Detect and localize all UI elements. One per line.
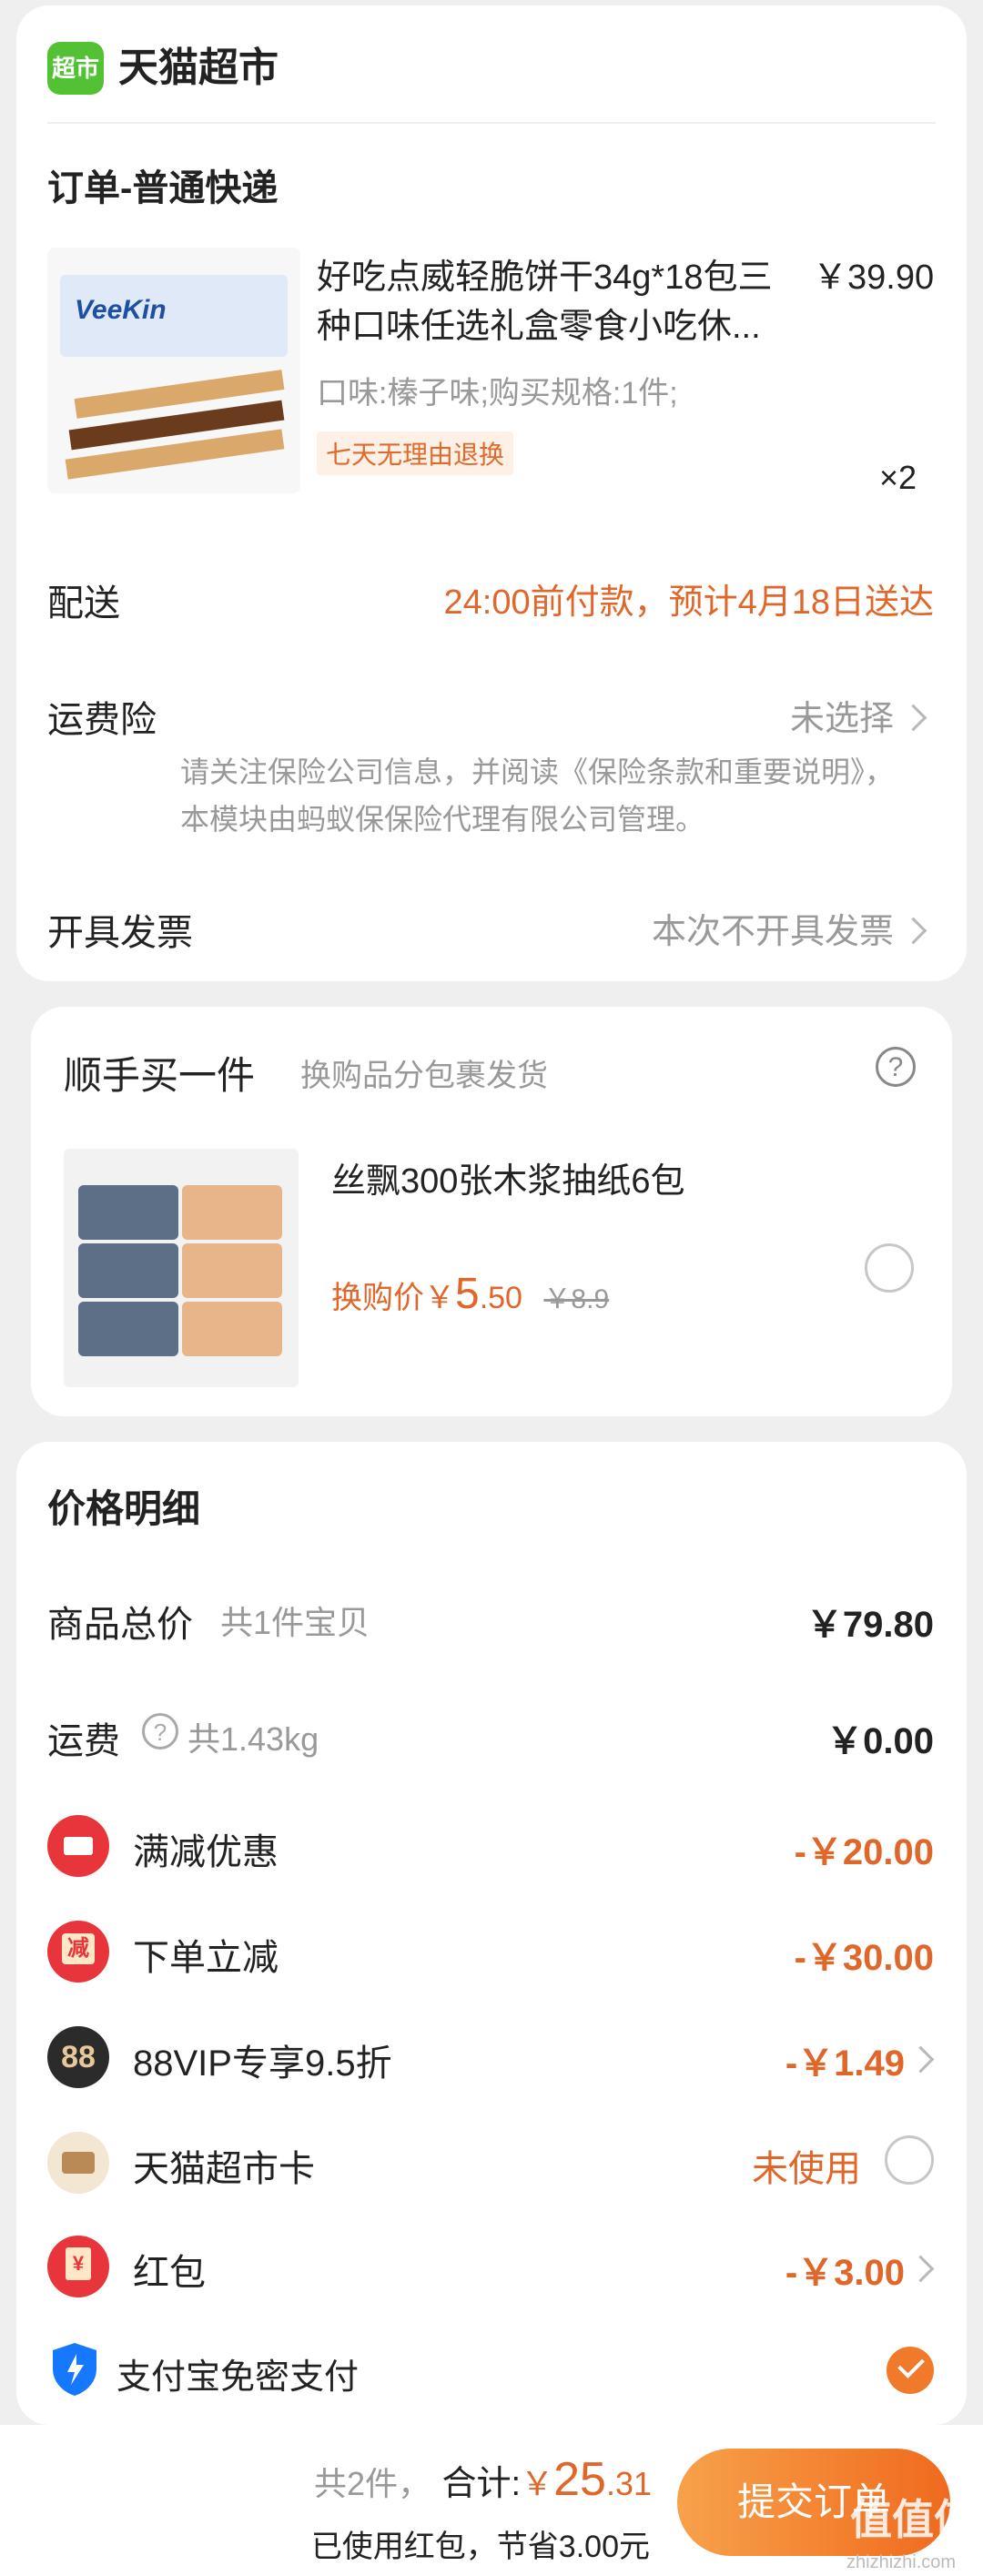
shipping-value: ￥0.00 bbox=[826, 1721, 934, 1761]
item-count: 共2件， bbox=[314, 2465, 431, 2502]
total-int: 25 bbox=[553, 2453, 606, 2506]
addon-card: 顺手买一件 换购品分包裹发货 ? 丝飘300张木浆抽纸6包 换购价￥5.50 ￥… bbox=[31, 1007, 952, 1416]
addon-title: 顺手买一件 bbox=[64, 1054, 256, 1097]
price-card: 价格明细 商品总价 共1件宝贝 ￥79.80 运费 ? 共1.43kg ￥0.0… bbox=[16, 1442, 967, 2425]
delivery-label: 配送 bbox=[47, 583, 120, 624]
addon-image[interactable] bbox=[64, 1149, 299, 1387]
ticket-shape bbox=[64, 1837, 93, 1855]
discount-value-vip[interactable]: -￥1.49 bbox=[785, 2033, 905, 2086]
total-line: 共2件， 合计:￥25.31 bbox=[314, 2452, 652, 2507]
addon-price: 换购价￥5.50 ￥8.9 bbox=[331, 1269, 609, 1319]
insurance-label: 运费险 bbox=[47, 700, 157, 740]
savings-note: 已使用红包，节省3.00元 bbox=[310, 2530, 650, 2564]
shield-icon bbox=[49, 2341, 100, 2398]
insurance-chevron-icon[interactable] bbox=[899, 704, 927, 732]
store-name[interactable]: 天猫超市 bbox=[118, 42, 279, 95]
product-name[interactable]: 好吃点威轻脆饼干34g*18包三种口味任选礼盒零食小吃休... bbox=[317, 253, 790, 351]
discount-label-lijian: 下单立减 bbox=[133, 1938, 279, 1978]
invoice-label: 开具发票 bbox=[47, 913, 193, 953]
price-title: 价格明细 bbox=[47, 1487, 201, 1530]
discount-label-manjian: 满减优惠 bbox=[133, 1832, 279, 1872]
store-logo-text: 超市 bbox=[51, 55, 99, 82]
card-select-radio[interactable] bbox=[885, 2135, 934, 2185]
addon-subtitle: 换购品分包裹发货 bbox=[300, 1059, 548, 1093]
bottom-bar: 共2件， 合计:￥25.31 已使用红包，节省3.00元 提交订单 值值值 zh… bbox=[0, 2425, 983, 2576]
card-shape bbox=[62, 2152, 95, 2174]
goods-label: 商品总价 bbox=[47, 1605, 193, 1645]
addon-original-price: ￥8.9 bbox=[543, 1284, 610, 1314]
invoice-value[interactable]: 本次不开具发票 bbox=[652, 903, 894, 953]
tissue-pack-3 bbox=[78, 1243, 178, 1298]
redpacket-chevron-icon[interactable] bbox=[907, 2255, 935, 2283]
tissue-pack-5 bbox=[78, 1302, 178, 1356]
divider bbox=[47, 122, 936, 124]
addon-select-radio[interactable] bbox=[865, 1243, 914, 1293]
vip-chevron-icon[interactable] bbox=[907, 2045, 935, 2074]
help-icon[interactable]: ? bbox=[876, 1047, 916, 1087]
tissue-pack-4 bbox=[182, 1243, 282, 1298]
discount-label-redpacket: 红包 bbox=[133, 2253, 206, 2293]
discount-value-manjian: -￥20.00 bbox=[794, 1832, 934, 1872]
total-label: 合计: bbox=[441, 2465, 522, 2503]
jian-icon: 减 bbox=[47, 1921, 109, 1983]
discount-value-redpacket[interactable]: -￥3.00 bbox=[785, 2243, 905, 2296]
insurance-note: 请关注保险公司信息，并阅读《保险条款和重要说明》，本模块由蚂蚁保保险代理有限公司… bbox=[180, 756, 895, 836]
discount-value-card: 未使用 bbox=[752, 2149, 861, 2189]
ticket-icon bbox=[47, 1815, 109, 1877]
goods-sub: 共1件宝贝 bbox=[220, 1604, 370, 1641]
addon-price-label: 换购价￥ bbox=[331, 1281, 455, 1315]
tissue-pack-2 bbox=[182, 1185, 282, 1240]
discount-label-vip: 88VIP专享9.5折 bbox=[133, 2044, 392, 2084]
card-icon bbox=[47, 2132, 109, 2194]
product-image[interactable]: VeeKin bbox=[47, 248, 300, 493]
product-brand: VeeKin bbox=[75, 295, 167, 325]
shipping-help-icon[interactable]: ? bbox=[142, 1713, 178, 1749]
insurance-value[interactable]: 未选择 bbox=[790, 690, 894, 740]
store-logo: 超市 bbox=[47, 42, 104, 95]
alipay-label: 支付宝免密支付 bbox=[117, 2358, 360, 2397]
addon-price-int: 5 bbox=[455, 1270, 480, 1318]
delivery-value: 24:00前付款，预计4月18日送达 bbox=[443, 583, 935, 622]
check-icon bbox=[897, 2351, 925, 2378]
vip88-icon: 88 bbox=[47, 2026, 109, 2088]
discount-value-lijian: -￥30.00 bbox=[794, 1938, 934, 1978]
shipping-sub: 共1.43kg bbox=[187, 1720, 319, 1758]
redpacket-icon: ¥ bbox=[47, 2236, 109, 2297]
order-title: 订单-普通快递 bbox=[47, 168, 279, 208]
discount-label-card: 天猫超市卡 bbox=[133, 2149, 315, 2189]
watermark-url: zhizhizhi.com bbox=[846, 2552, 957, 2572]
watermark-logo: 值值值 bbox=[850, 2496, 976, 2543]
tissue-pack-6 bbox=[182, 1302, 282, 1356]
product-price: ￥39.90 bbox=[813, 259, 935, 297]
product-qty: ×2 bbox=[879, 459, 917, 496]
total-dec: .31 bbox=[605, 2465, 652, 2502]
tissue-pack-1 bbox=[78, 1185, 178, 1240]
product-spec: 口味:榛子味;购买规格:1件; bbox=[317, 376, 678, 411]
goods-value: ￥79.80 bbox=[806, 1605, 934, 1645]
addon-price-dec: .50 bbox=[479, 1281, 522, 1315]
invoice-chevron-icon[interactable] bbox=[899, 917, 927, 945]
addon-item-name[interactable]: 丝飘300张木浆抽纸6包 bbox=[331, 1152, 685, 1202]
shipping-label: 运费 bbox=[47, 1721, 120, 1761]
alipay-checkbox[interactable] bbox=[887, 2347, 934, 2394]
shield-svg bbox=[53, 2343, 96, 2396]
order-card: 超市 天猫超市 订单-普通快递 VeeKin 好吃点威轻脆饼干34g*18包三种… bbox=[16, 5, 967, 981]
return-tag: 七天无理由退换 bbox=[317, 431, 514, 475]
total-currency: ￥ bbox=[521, 2465, 554, 2502]
